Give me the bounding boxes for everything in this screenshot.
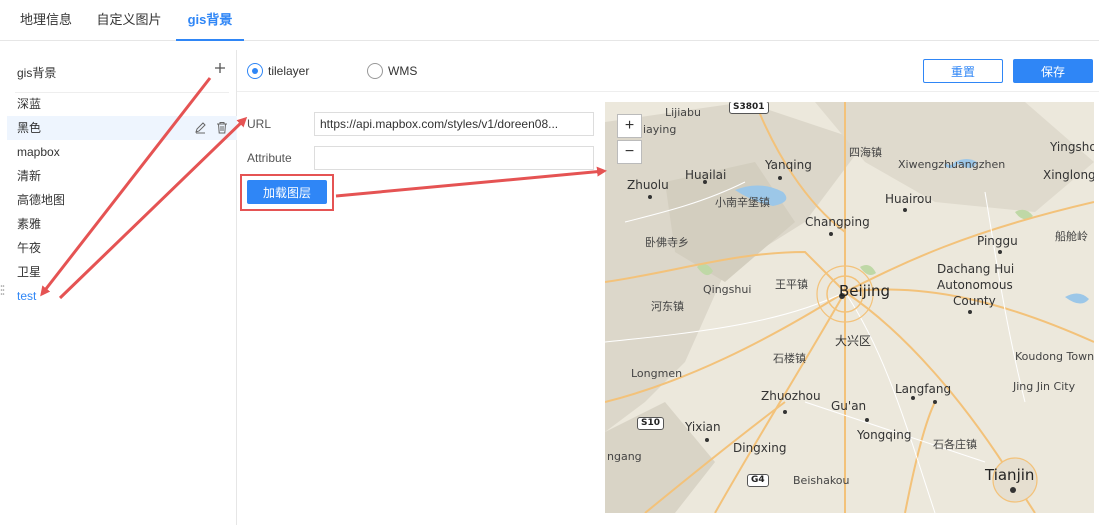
map-label: County (953, 294, 996, 308)
load-layer-button[interactable]: 加载图层 (247, 180, 327, 204)
map-label: Dachang Hui (937, 262, 1015, 276)
map-label: 船舱岭 (1055, 230, 1088, 243)
map-label: iaying (643, 123, 677, 136)
map-label: Tianjin (985, 466, 1035, 484)
list-item-label: mapbox (17, 145, 60, 159)
list-item-label: 午夜 (17, 241, 42, 255)
map-label: 小南辛堡镇 (715, 196, 770, 209)
map-label: Gu'an (831, 399, 867, 413)
gis-list-panel: gis背景 深蓝 黑色 mapbox 清新 高德地图 素雅 午夜 卫星 test (7, 50, 237, 525)
item-tools (185, 120, 229, 136)
trash-icon[interactable] (215, 120, 229, 136)
divider (237, 91, 1099, 92)
map-label: 四海镇 (849, 146, 882, 159)
map-label: Dingxing (733, 441, 787, 455)
map-label: Changping (805, 215, 870, 229)
list-item-midnight[interactable]: 午夜 (7, 236, 237, 260)
list-item-deep-blue[interactable]: 深蓝 (7, 92, 237, 116)
list-item-satellite[interactable]: 卫星 (7, 260, 237, 284)
map-label: Yongqing (857, 428, 912, 442)
map-label: Xinglong (1043, 168, 1094, 182)
url-input[interactable] (314, 112, 594, 136)
list-item-test[interactable]: test (7, 284, 237, 308)
edit-icon[interactable] (193, 120, 207, 136)
arrow-load-to-map (335, 166, 607, 198)
attribute-input[interactable] (314, 146, 594, 170)
map-label: 河东镇 (651, 300, 684, 313)
tab-bar: 地理信息 自定义图片 gis背景 (0, 0, 1099, 41)
map-label: Autonomous (937, 278, 1013, 292)
list-item-fresh[interactable]: 清新 (7, 164, 237, 188)
list-item-amap[interactable]: 高德地图 (7, 188, 237, 212)
map-label: Zhuozhou (761, 389, 821, 403)
map-label: ngang (607, 450, 642, 463)
map-label: Longmen (631, 367, 683, 380)
map-label: 王平镇 (775, 278, 808, 291)
list-item-label: 清新 (17, 169, 42, 183)
map-preview[interactable]: Lijiabu S3801 iaying 四海镇 Yingsho Huailai… (605, 102, 1094, 513)
save-button[interactable]: 保存 (1013, 59, 1093, 83)
list-item-mapbox[interactable]: mapbox (7, 140, 237, 164)
tab-custom-image[interactable]: 自定义图片 (88, 0, 170, 41)
list-item-label: 高德地图 (17, 193, 66, 207)
url-label: URL (247, 117, 272, 131)
map-label: Yanqing (765, 158, 812, 172)
map-label: Yixian (685, 420, 721, 434)
gis-list-header: gis背景 (7, 50, 237, 93)
list-item-label: 深蓝 (17, 97, 42, 111)
map-label: Xiwengzhuangzhen (898, 158, 1006, 171)
map-label: Yingsho (1050, 140, 1094, 154)
zoom-in-button[interactable]: + (617, 114, 642, 138)
radio-label: tilelayer (268, 64, 310, 78)
radio-label: WMS (388, 64, 418, 78)
road-shield: S3801 (729, 102, 769, 114)
road-shield: G4 (747, 474, 769, 487)
list-item-label: 素雅 (17, 217, 42, 231)
map-label: 石各庄镇 (933, 438, 977, 451)
map-label: Langfang (895, 382, 952, 396)
reset-button[interactable]: 重置 (923, 59, 1003, 83)
map-label: 石楼镇 (773, 352, 806, 365)
tab-geo-info[interactable]: 地理信息 (10, 0, 82, 41)
map-label: 大兴区 (835, 334, 872, 348)
map-label: Beishakou (793, 474, 850, 487)
radio-checked-icon (247, 63, 263, 79)
list-item-elegant[interactable]: 素雅 (7, 212, 237, 236)
gis-list-title: gis背景 (17, 66, 57, 80)
map-label: Lijiabu (665, 106, 701, 119)
add-icon[interactable] (212, 60, 228, 76)
map-label: Zhuolu (627, 178, 669, 192)
map-label: Huairou (885, 192, 932, 206)
list-item-label: 黑色 (17, 121, 42, 135)
road-shield: S10 (637, 417, 665, 430)
drag-handle-icon[interactable] (0, 284, 5, 296)
list-item-label: 卫星 (17, 265, 42, 279)
list-item-black[interactable]: 黑色 (7, 116, 237, 140)
zoom-out-button[interactable]: − (617, 140, 642, 164)
map-label: Pinggu (977, 234, 1018, 248)
attribute-label: Attribute (247, 151, 292, 165)
map-label: Jing Jin City (1013, 380, 1076, 393)
radio-unchecked-icon (367, 63, 383, 79)
map-label: Koudong Town (1015, 350, 1094, 363)
list-item-label: test (17, 289, 37, 303)
map-label: Huailai (685, 168, 727, 182)
map-label: 卧佛寺乡 (645, 236, 689, 249)
map-label: Qingshui (703, 283, 752, 296)
tab-gis-background[interactable]: gis背景 (176, 0, 244, 41)
map-label: Beijing (839, 282, 891, 300)
